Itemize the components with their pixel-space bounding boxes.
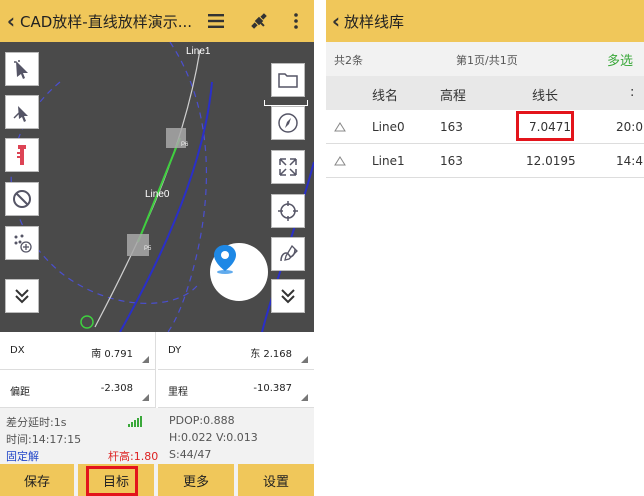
cell-extra: 20:0 [616, 120, 643, 134]
save-button[interactable]: 保存 [0, 464, 76, 496]
signal-strength-icon [128, 416, 142, 427]
satellite-icon[interactable] [245, 0, 273, 42]
cell-name: Line1 [372, 154, 405, 168]
dashed-circle-left [10, 81, 201, 304]
fix-status-text: 固定解 [6, 450, 39, 463]
add-points-button[interactable] [5, 226, 39, 260]
bottom-action-bar: 保存 目标 更多 设置 [0, 464, 314, 496]
record-count: 共2条 [334, 54, 363, 67]
field-offset[interactable]: 偏距 -2.308 [0, 370, 156, 408]
chevron-double-down-icon [281, 289, 295, 304]
cursor-select-icon [14, 60, 28, 79]
column-header-length[interactable]: 线长 [532, 85, 558, 104]
more-vertical-icon[interactable] [286, 0, 306, 42]
expand-right-button[interactable] [271, 279, 305, 313]
cell-extra: 14:4 [616, 154, 643, 168]
column-header-name[interactable]: 线名 [372, 85, 398, 104]
field-dx[interactable]: DX 南 0.791 [0, 332, 156, 370]
stakeout-header: ‹ CAD放样-直线放样演示... [0, 0, 314, 42]
expand-left-button[interactable] [5, 279, 39, 313]
survey-pole-icon [17, 145, 26, 165]
cell-elevation: 163 [440, 120, 463, 134]
diff-delay-text: 差分延时:1s [6, 416, 67, 429]
column-header-more[interactable]: : [630, 85, 634, 100]
offset-line-blue [119, 81, 213, 332]
page-title: 放样线库 [344, 12, 405, 31]
hv-precision-text: H:0.022 V:0.013 [169, 431, 258, 444]
table-row[interactable]: Line1 163 12.0195 14:4 [326, 144, 644, 178]
page-indicator: 第1页/共1页 [456, 54, 518, 67]
locate-button[interactable] [210, 243, 268, 301]
field-dy-label: DY [168, 345, 182, 356]
center-target-button[interactable] [271, 194, 305, 228]
location-pin-icon [214, 245, 236, 274]
expand-arrows-icon [279, 158, 297, 176]
field-mileage-label: 里程 [168, 387, 188, 398]
point-marker-p5 [127, 234, 149, 256]
open-file-button[interactable] [271, 63, 305, 97]
list-info-bar: 共2条 第1页/共1页 多选 [326, 42, 644, 76]
compass-button[interactable] [271, 106, 305, 140]
corner-dropdown-icon [142, 356, 149, 363]
highlight-box-length [516, 111, 574, 141]
field-dy[interactable]: DY 东 2.168 [158, 332, 314, 370]
cell-length: 12.0195 [526, 154, 576, 168]
point-label-p6: P6 [181, 142, 189, 148]
points-add-icon [14, 234, 32, 253]
time-text: 时间:14:17:15 [6, 433, 82, 446]
map-canvas[interactable]: Line1 Line0 P6 P5 2.57 [0, 42, 314, 332]
line-label-line0: Line0 [145, 189, 170, 200]
satellite-count-text: S:44/47 [169, 448, 212, 461]
pick-point-button[interactable] [5, 95, 39, 129]
compass-icon [278, 113, 298, 133]
draw-curve-button[interactable] [271, 237, 305, 271]
fullscreen-button[interactable] [271, 150, 305, 184]
field-offset-value: -2.308 [100, 383, 133, 394]
cell-elevation: 163 [440, 154, 463, 168]
point-label-p5: P5 [144, 246, 152, 252]
chevron-double-down-icon [15, 289, 29, 304]
pdop-text: PDOP:0.888 [169, 414, 235, 427]
field-mileage-value: -10.387 [253, 383, 292, 394]
menu-list-icon[interactable] [203, 0, 229, 42]
page-title: CAD放样-直线放样演示... [20, 12, 193, 31]
corner-dropdown-icon [301, 356, 308, 363]
crosshair-icon [278, 201, 298, 221]
back-icon[interactable]: ‹ [2, 9, 20, 33]
highlight-box-target [86, 466, 138, 496]
stakeout-screen: ‹ CAD放样-直线放样演示... Line1 Line0 P6 P5 DX 南… [0, 0, 314, 496]
pole-tool-button[interactable] [5, 138, 39, 172]
line-label-line1: Line1 [186, 46, 211, 57]
forbid-tool-button[interactable] [5, 182, 39, 216]
corner-dropdown-icon [301, 394, 308, 401]
field-dx-value: 南 0.791 [91, 349, 133, 360]
gnss-status-panel: 差分延时:1s PDOP:0.888 时间:14:17:15 H:0.022 V… [0, 408, 314, 464]
line-triangle-icon [334, 122, 346, 132]
field-mileage[interactable]: 里程 -10.387 [158, 370, 314, 408]
pole-height-text: 杆高:1.80 [108, 450, 159, 463]
table-row[interactable]: Line0 163 7.0471 20:0 [326, 110, 644, 144]
pencil-curve-icon [280, 244, 298, 262]
field-offset-label: 偏距 [10, 387, 30, 398]
prohibit-icon [13, 190, 31, 208]
field-dx-label: DX [10, 345, 25, 356]
back-icon[interactable]: ‹ [328, 9, 344, 33]
corner-dropdown-icon [142, 394, 149, 401]
field-dy-value: 东 2.168 [250, 349, 292, 360]
table-header: 线名 高程 线长 : [326, 76, 644, 110]
cell-name: Line0 [372, 120, 405, 134]
column-header-elevation[interactable]: 高程 [440, 85, 466, 104]
folder-icon [278, 73, 298, 88]
position-marker [80, 315, 94, 329]
multi-select-button[interactable]: 多选 [607, 50, 633, 69]
select-tool-button[interactable] [5, 52, 39, 86]
stakeout-fields: DX 南 0.791 DY 东 2.168 偏距 -2.308 里程 -10.3… [0, 332, 314, 408]
line-triangle-icon [334, 156, 346, 166]
more-button[interactable]: 更多 [158, 464, 236, 496]
line-library-header: ‹ 放样线库 [326, 0, 644, 42]
settings-button[interactable]: 设置 [238, 464, 314, 496]
line-library-screen: ‹ 放样线库 共2条 第1页/共1页 多选 线名 高程 线长 : Line0 1… [326, 0, 644, 496]
cursor-pick-icon [13, 106, 28, 122]
